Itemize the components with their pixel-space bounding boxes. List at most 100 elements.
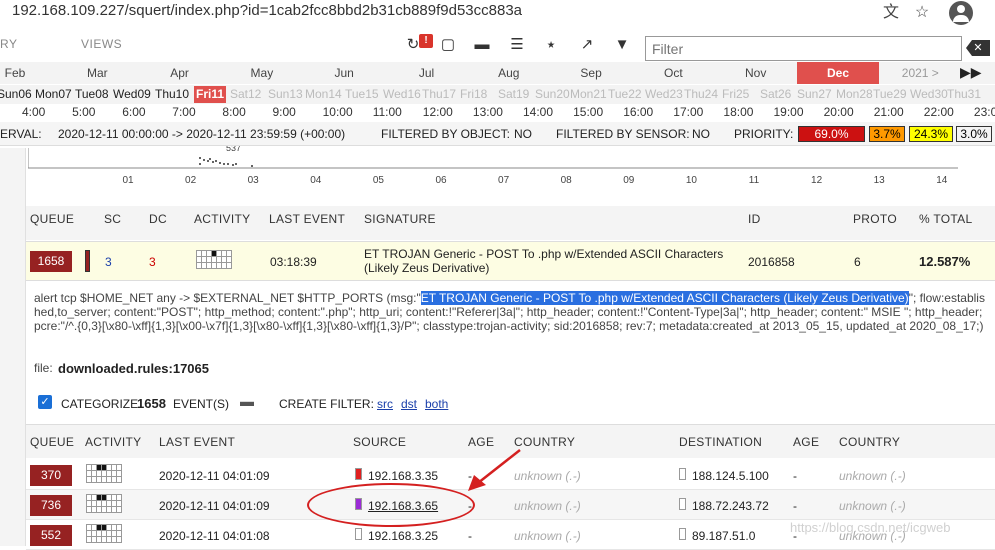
day-mon28[interactable]: Mon28 bbox=[836, 86, 873, 103]
priority-badge[interactable]: 3.0% bbox=[956, 126, 992, 142]
filter-both-link[interactable]: both bbox=[425, 397, 448, 411]
hour-700[interactable]: 7:00 bbox=[172, 104, 195, 120]
hour-2300[interactable]: 23:00 bbox=[974, 104, 995, 120]
hour-800[interactable]: 8:00 bbox=[222, 104, 245, 120]
col-source[interactable]: SOURCE bbox=[353, 435, 406, 449]
day-tue29[interactable]: Tue29 bbox=[873, 86, 907, 103]
hour-1900[interactable]: 19:00 bbox=[774, 104, 804, 120]
hour-400[interactable]: 4:00 bbox=[22, 104, 45, 120]
day-sun06[interactable]: Sun06 bbox=[0, 86, 32, 103]
row-source[interactable]: 192.168.3.35 bbox=[368, 469, 438, 483]
day-mon07[interactable]: Mon07 bbox=[35, 86, 72, 103]
col-destination[interactable]: DESTINATION bbox=[679, 435, 762, 449]
hour-2000[interactable]: 20:00 bbox=[824, 104, 854, 120]
col-age-dst[interactable]: AGE bbox=[793, 435, 819, 449]
col-country-dst[interactable]: COUNTRY bbox=[839, 435, 900, 449]
url-text[interactable]: 192.168.109.227/squert/index.php?id=1cab… bbox=[12, 2, 522, 19]
day-tue15[interactable]: Tue15 bbox=[345, 86, 379, 103]
row-source[interactable]: 192.168.3.25 bbox=[368, 529, 438, 543]
hour-1300[interactable]: 13:00 bbox=[473, 104, 503, 120]
bookmark-star-icon[interactable]: ☆ bbox=[911, 2, 933, 24]
profile-avatar-icon[interactable] bbox=[949, 1, 973, 25]
funnel-filter-icon[interactable]: ▼ bbox=[612, 35, 632, 55]
hour-2200[interactable]: 22:00 bbox=[924, 104, 954, 120]
day-thu10[interactable]: Thu10 bbox=[155, 86, 189, 103]
day-wed23[interactable]: Wed23 bbox=[645, 86, 683, 103]
categorize-checkbox[interactable]: ✓ bbox=[38, 395, 52, 409]
day-tue08[interactable]: Tue08 bbox=[75, 86, 109, 103]
col-queue[interactable]: QUEUE bbox=[30, 212, 74, 226]
hour-1000[interactable]: 10:00 bbox=[323, 104, 353, 120]
month-dec[interactable]: Dec bbox=[797, 62, 879, 84]
hour-1400[interactable]: 14:00 bbox=[523, 104, 553, 120]
queue-button[interactable]: 736 bbox=[30, 495, 72, 516]
day-tue22[interactable]: Tue22 bbox=[608, 86, 642, 103]
queue-button[interactable]: 1658 bbox=[30, 251, 72, 272]
month-mar[interactable]: Mar bbox=[56, 62, 138, 84]
month-aug[interactable]: Aug bbox=[468, 62, 550, 84]
list-icon[interactable]: ☰ bbox=[507, 35, 527, 55]
day-fri18[interactable]: Fri18 bbox=[460, 86, 487, 103]
network-icon[interactable]: ⭑ bbox=[541, 35, 561, 55]
col-activity[interactable]: ACTIVITY bbox=[194, 212, 250, 226]
month-nov[interactable]: Nov bbox=[715, 62, 797, 84]
queue-button[interactable]: 370 bbox=[30, 465, 72, 486]
month-feb[interactable]: Feb bbox=[0, 62, 56, 84]
col-dc[interactable]: DC bbox=[149, 212, 167, 226]
translate-icon[interactable]: 文 bbox=[880, 2, 902, 24]
day-sat12[interactable]: Sat12 bbox=[230, 86, 261, 103]
day-thu24[interactable]: Thu24 bbox=[684, 86, 718, 103]
hour-1100[interactable]: 11:00 bbox=[373, 104, 402, 120]
col-total[interactable]: % TOTAL bbox=[919, 212, 972, 226]
day-wed09[interactable]: Wed09 bbox=[113, 86, 151, 103]
priority-badge[interactable]: 24.3% bbox=[909, 126, 953, 142]
day-sat26[interactable]: Sat26 bbox=[760, 86, 791, 103]
col-proto[interactable]: PROTO bbox=[853, 212, 897, 226]
month-oct[interactable]: Oct bbox=[632, 62, 714, 84]
priority-badge[interactable]: 69.0% bbox=[798, 126, 865, 142]
col-last-event[interactable]: LAST EVENT bbox=[269, 212, 345, 226]
export-icon[interactable]: ↗ bbox=[577, 35, 597, 55]
col-last-event[interactable]: LAST EVENT bbox=[159, 435, 235, 449]
hour-2100[interactable]: 21:00 bbox=[874, 104, 904, 120]
day-fri11[interactable]: Fri11 bbox=[194, 86, 227, 103]
day-thu31[interactable]: Thu31 bbox=[947, 86, 981, 103]
hour-1600[interactable]: 16:00 bbox=[623, 104, 653, 120]
col-signature[interactable]: SIGNATURE bbox=[364, 212, 436, 226]
day-sun13[interactable]: Sun13 bbox=[268, 86, 303, 103]
month-apr[interactable]: Apr bbox=[139, 62, 221, 84]
filter-src-link[interactable]: src bbox=[377, 397, 393, 411]
priority-badge[interactable]: 3.7% bbox=[869, 126, 905, 142]
col-id[interactable]: ID bbox=[748, 212, 761, 226]
tab-views[interactable]: VIEWS bbox=[81, 37, 122, 51]
day-fri25[interactable]: Fri25 bbox=[722, 86, 749, 103]
day-wed30[interactable]: Wed30 bbox=[910, 86, 948, 103]
col-activity[interactable]: ACTIVITY bbox=[85, 435, 141, 449]
hour-500[interactable]: 5:00 bbox=[72, 104, 95, 120]
hour-600[interactable]: 6:00 bbox=[122, 104, 145, 120]
hour-1500[interactable]: 15:00 bbox=[573, 104, 603, 120]
next-arrow-icon[interactable]: ▶▶ bbox=[960, 64, 982, 81]
day-mon21[interactable]: Mon21 bbox=[570, 86, 607, 103]
day-sat19[interactable]: Sat19 bbox=[498, 86, 529, 103]
hour-1700[interactable]: 17:00 bbox=[673, 104, 703, 120]
month-may[interactable]: May bbox=[221, 62, 303, 84]
day-sun27[interactable]: Sun27 bbox=[797, 86, 832, 103]
day-thu17[interactable]: Thu17 bbox=[422, 86, 456, 103]
month-jun[interactable]: Jun bbox=[303, 62, 385, 84]
col-queue[interactable]: QUEUE bbox=[30, 435, 74, 449]
comment-icon[interactable]: ▬ bbox=[240, 393, 254, 409]
comment-icon[interactable]: ▬ bbox=[472, 35, 492, 55]
row-destination[interactable]: 188.72.243.72 bbox=[692, 499, 769, 513]
day-sun20[interactable]: Sun20 bbox=[535, 86, 570, 103]
hour-1200[interactable]: 12:00 bbox=[423, 104, 453, 120]
hour-900[interactable]: 9:00 bbox=[273, 104, 296, 120]
filter-input[interactable] bbox=[645, 36, 962, 61]
month-2021[interactable]: 2021 > bbox=[879, 62, 961, 84]
month-sep[interactable]: Sep bbox=[550, 62, 632, 84]
row-destination[interactable]: 188.124.5.100 bbox=[692, 469, 769, 483]
queue-button[interactable]: 552 bbox=[30, 525, 72, 546]
filter-dst-link[interactable]: dst bbox=[401, 397, 417, 411]
col-sc[interactable]: SC bbox=[104, 212, 121, 226]
tab-summary[interactable]: RY bbox=[0, 37, 17, 51]
